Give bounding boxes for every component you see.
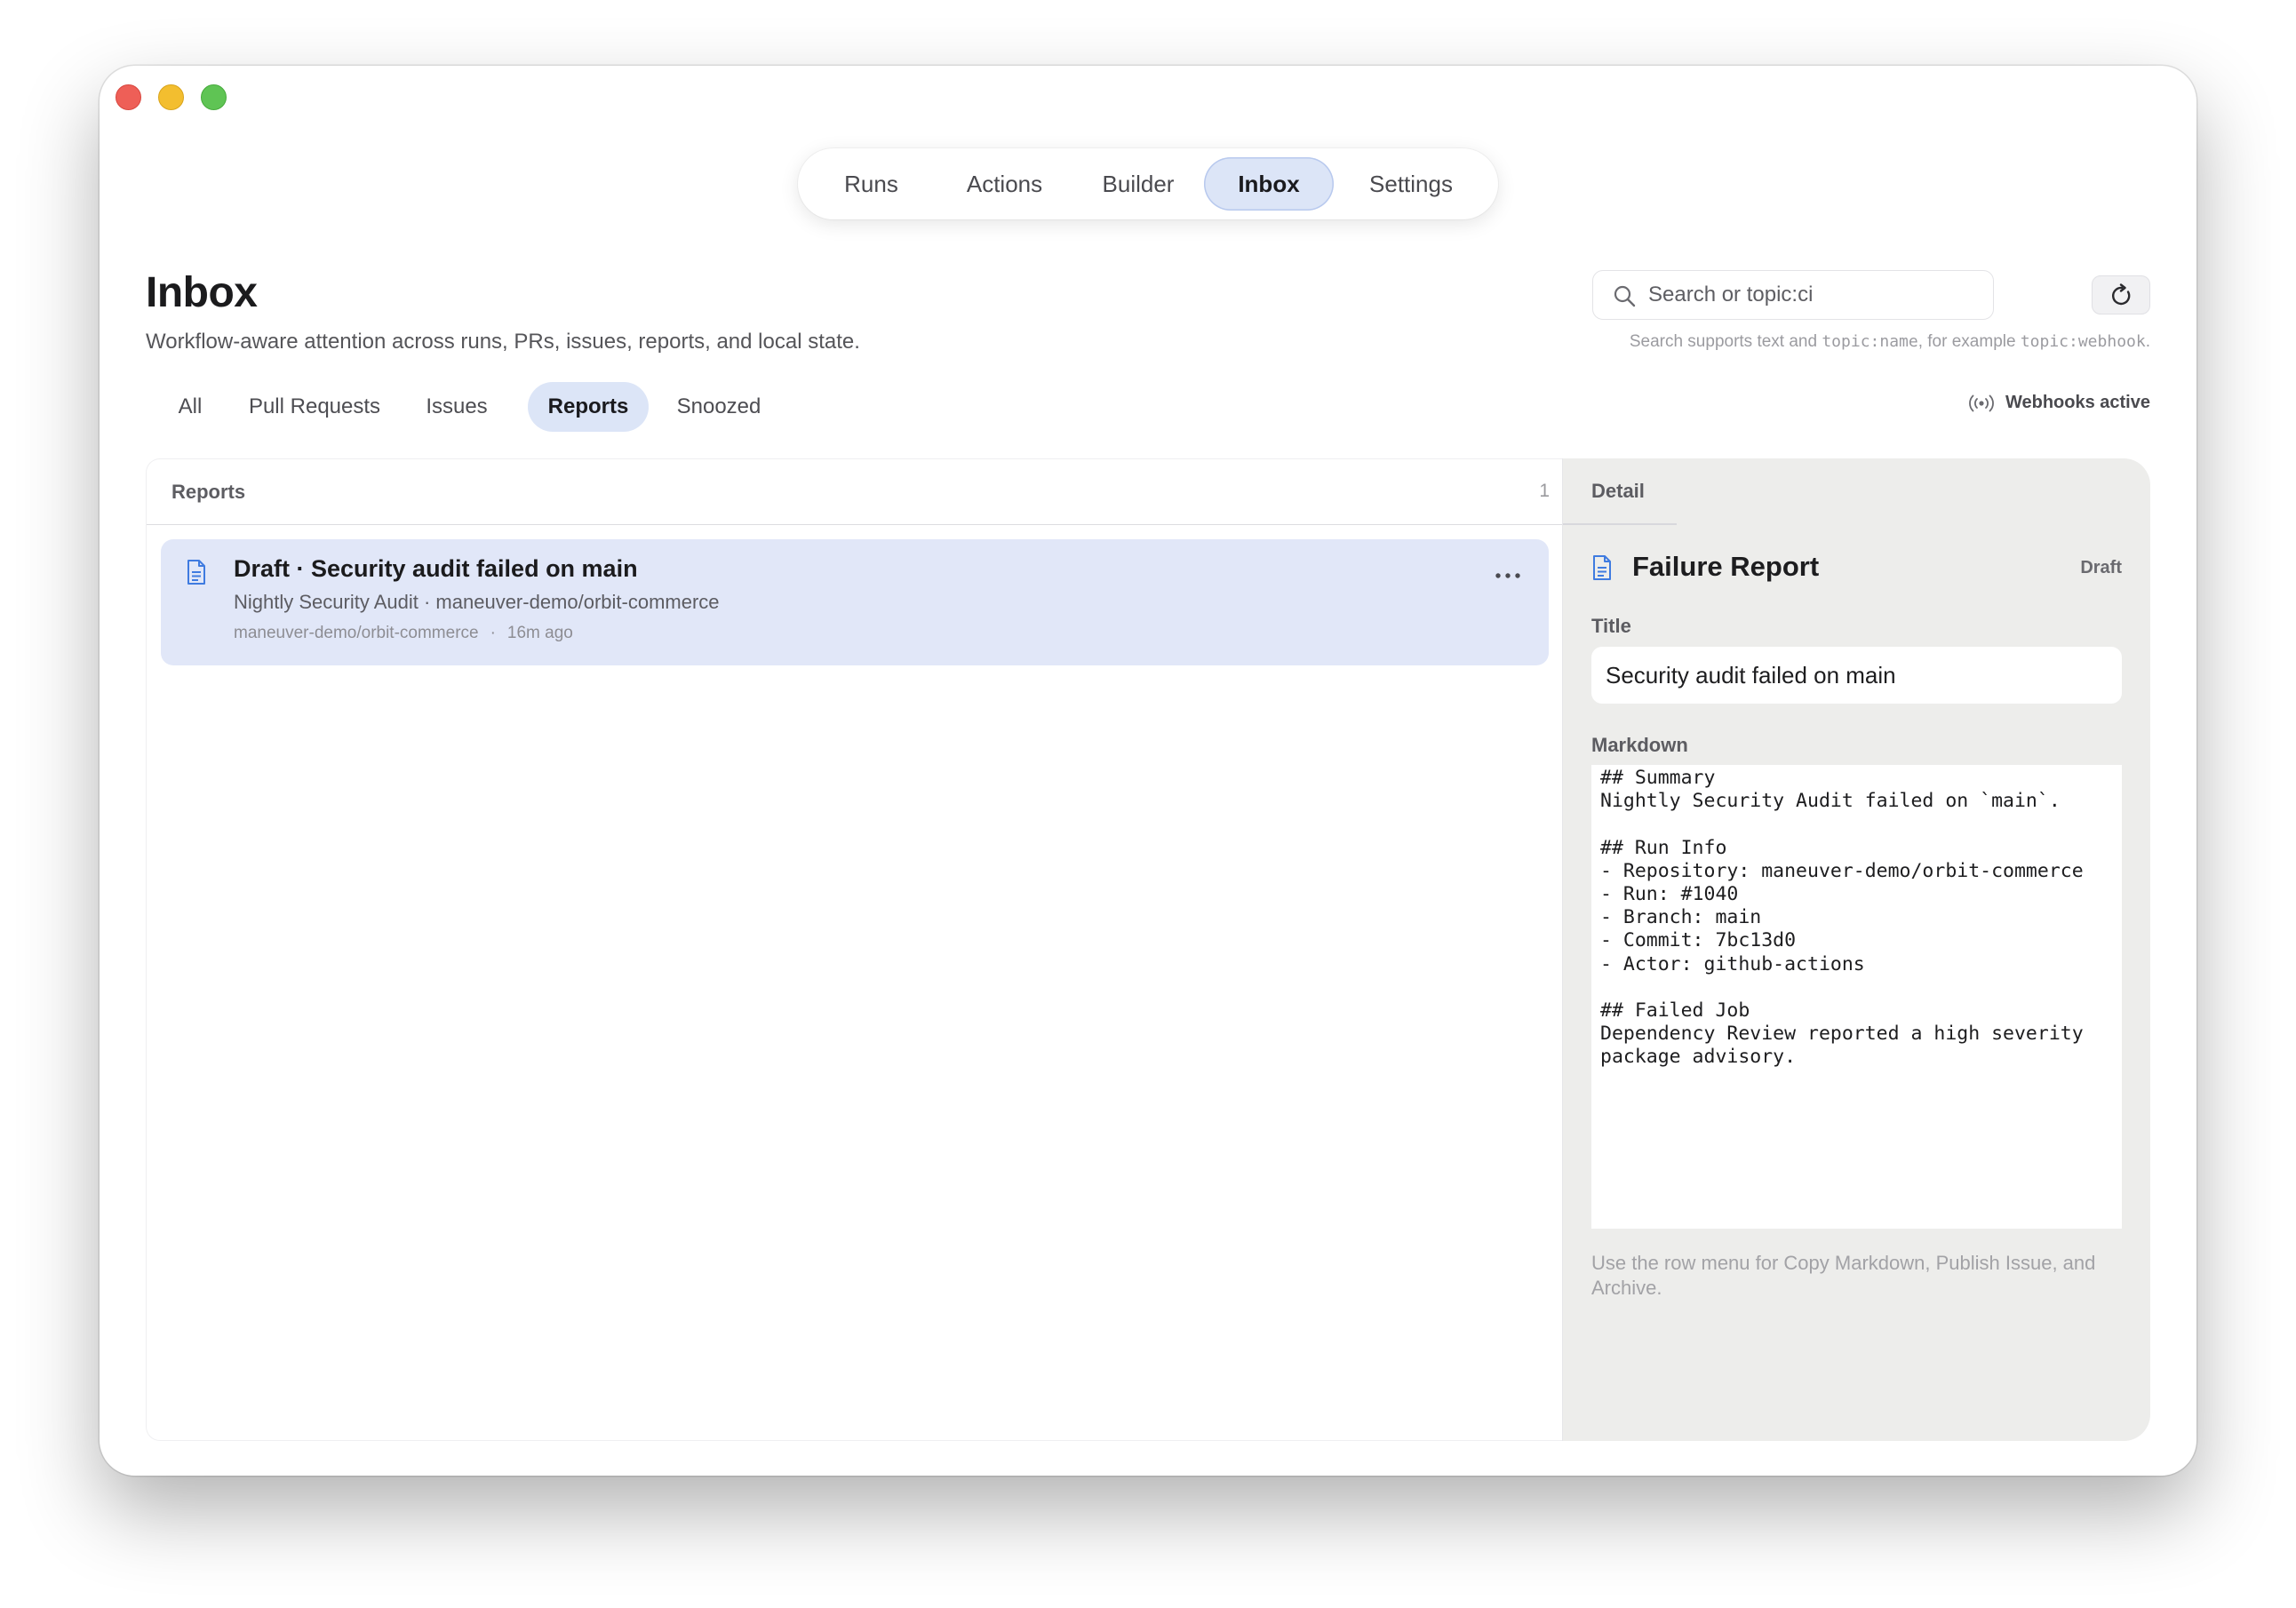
tab-settings[interactable]: Settings xyxy=(1335,157,1487,211)
status-badge: Draft xyxy=(2080,558,2122,577)
refresh-icon xyxy=(2112,283,2131,306)
filter-snoozed[interactable]: Snoozed xyxy=(661,382,777,432)
title-field-label: Title xyxy=(1591,615,1631,637)
title-input[interactable] xyxy=(1591,647,2122,704)
window-controls xyxy=(116,84,227,110)
document-icon xyxy=(187,560,205,585)
document-icon xyxy=(1593,555,1611,580)
webhooks-status: Webhooks active xyxy=(1968,393,2150,413)
markdown-field-label: Markdown xyxy=(1591,734,1688,756)
tab-runs[interactable]: Runs xyxy=(807,157,936,211)
search-hint: Search supports text and topic:name, for… xyxy=(1630,332,2150,352)
list-header: Reports 1 xyxy=(147,459,1562,525)
filter-reports[interactable]: Reports xyxy=(528,382,649,432)
report-row-subtitle: Nightly Security Audit · maneuver-demo/o… xyxy=(234,591,720,613)
reports-list: Reports 1 Draft · Security audit failed … xyxy=(146,458,1562,1441)
detail-header-divider xyxy=(1563,523,1677,525)
minimize-window-button[interactable] xyxy=(158,84,184,110)
page-title: Inbox xyxy=(146,269,258,316)
search-hint-text: , for example xyxy=(1917,332,2021,351)
close-window-button[interactable] xyxy=(116,84,141,110)
tab-builder[interactable]: Builder xyxy=(1073,157,1203,211)
filter-issues[interactable]: Issues xyxy=(405,382,508,432)
app-window: Runs Actions Builder Inbox Settings Inbo… xyxy=(100,66,2196,1476)
webhooks-label: Webhooks active xyxy=(2005,393,2150,412)
search-icon xyxy=(1614,285,1636,307)
detail-pane: Detail Failure Report Draft Title Markdo… xyxy=(1563,458,2150,1441)
filter-pull-requests[interactable]: Pull Requests xyxy=(233,382,396,432)
search-hint-code: topic:webhook xyxy=(2020,332,2146,351)
search-field[interactable] xyxy=(1592,270,1994,320)
broadcast-icon xyxy=(1969,394,1994,411)
top-navigation: Runs Actions Builder Inbox Settings xyxy=(798,148,1498,219)
list-count: 1 xyxy=(1539,481,1550,501)
search-hint-text: . xyxy=(2145,332,2150,351)
detail-title: Failure Report xyxy=(1632,551,1820,582)
zoom-window-button[interactable] xyxy=(201,84,227,110)
report-row-separator: · xyxy=(490,624,496,642)
search-hint-text: Search supports text and xyxy=(1629,332,1822,351)
report-row-title: Draft · Security audit failed on main xyxy=(234,555,638,582)
refresh-button[interactable] xyxy=(2092,275,2150,314)
report-row[interactable]: Draft · Security audit failed on main Ni… xyxy=(161,539,1549,665)
tab-inbox[interactable]: Inbox xyxy=(1204,157,1334,211)
tab-actions[interactable]: Actions xyxy=(936,157,1073,211)
more-options-icon[interactable] xyxy=(1490,562,1526,589)
report-row-time: 16m ago xyxy=(506,624,573,642)
markdown-editor[interactable]: ## Summary Nightly Security Audit failed… xyxy=(1591,765,2122,1229)
filter-all[interactable]: All xyxy=(156,382,224,432)
detail-hint: Use the row menu for Copy Markdown, Publ… xyxy=(1591,1252,2096,1299)
report-row-repo: maneuver-demo/orbit-commerce xyxy=(234,624,479,642)
list-header-label: Reports xyxy=(171,481,246,503)
search-hint-code: topic:name xyxy=(1822,332,1918,351)
report-row-meta: maneuver-demo/orbit-commerce · 16m ago xyxy=(234,624,573,643)
page-subtitle: Workflow-aware attention across runs, PR… xyxy=(146,330,860,354)
search-input[interactable] xyxy=(1648,271,1977,318)
detail-header: Detail xyxy=(1591,480,1645,502)
